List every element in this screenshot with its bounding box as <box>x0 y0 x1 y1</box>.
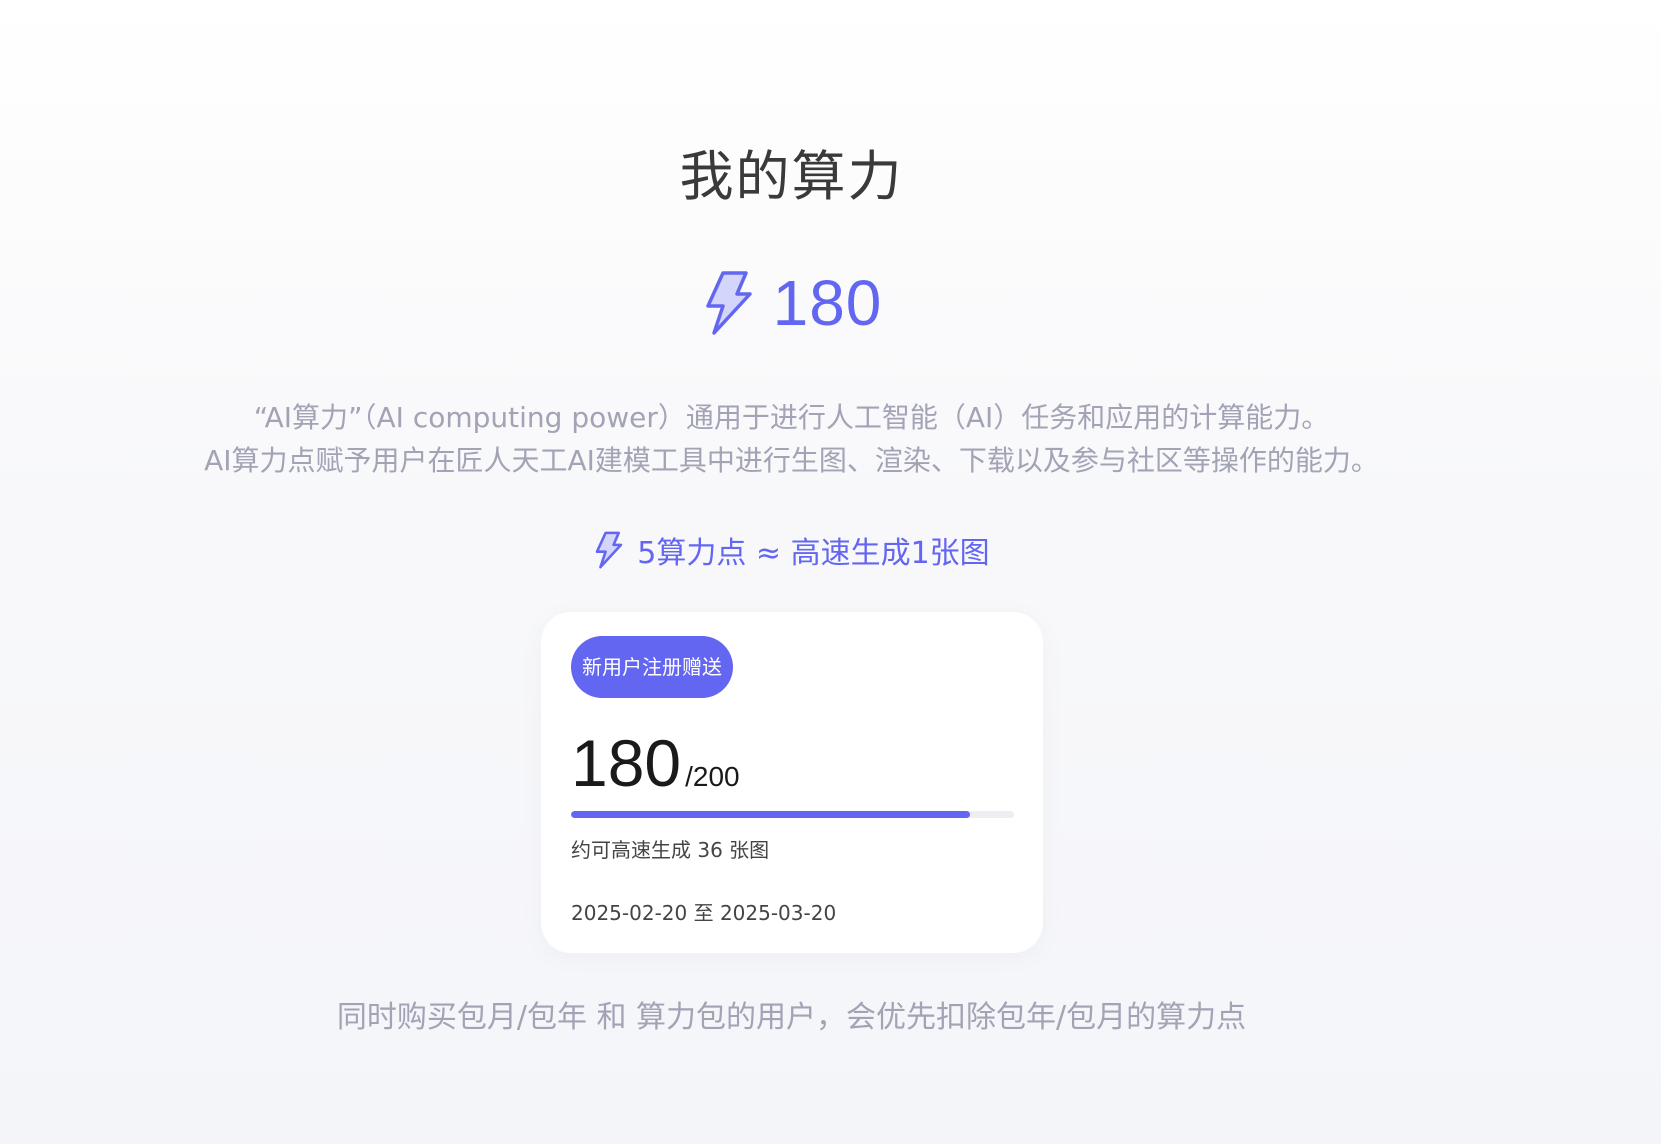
validity-period: 2025-02-20 至 2025-03-20 <box>571 901 837 925</box>
progress-bar <box>571 811 1014 818</box>
balance-value: 180 <box>772 267 883 339</box>
estimate-prefix: 约可高速生成 <box>571 838 698 862</box>
estimate-count: 36 <box>697 838 723 862</box>
description-line-1: “AI算力”（AI computing power）通用于进行人工智能（AI）任… <box>253 401 1330 434</box>
description-line-2: AI算力点赋予用户在匠人天工AI建模工具中进行生图、渲染、下载以及参与社区等操作… <box>204 444 1379 477</box>
status-badge: 新用户注册赠送 <box>571 636 733 698</box>
lightning-bolt-icon <box>596 531 623 569</box>
estimate-suffix: 张图 <box>722 838 770 862</box>
card-amount: 180 / 200 <box>571 730 740 796</box>
estimate-text: 约可高速生成 36 张图 <box>571 834 769 863</box>
rate-text: 5算力点 ≈ 高速生成1张图 <box>637 536 990 571</box>
progress-fill <box>571 811 970 818</box>
computing-power-page: 我的算力 180 “AI算力”（AI computing power）通用于进行… <box>0 0 1661 1144</box>
description: “AI算力”（AI computing power）通用于进行人工智能（AI）任… <box>0 396 1583 482</box>
lightning-bolt-icon <box>705 271 752 335</box>
page-title: 我的算力 <box>679 145 904 208</box>
current-points: 180 <box>571 726 682 800</box>
amount-separator: / <box>685 761 693 792</box>
footnote: 同时购买包月/包年 和 算力包的用户，会优先扣除包年/包月的算力点 <box>336 1000 1247 1035</box>
balance-display: 180 <box>0 270 1583 336</box>
rate-info: 5算力点 ≈ 高速生成1张图 <box>0 528 1583 572</box>
total-points: 200 <box>692 761 740 792</box>
computing-power-card: 新用户注册赠送 180 / 200 约可高速生成 36 张图 2025-02-2… <box>541 612 1043 953</box>
